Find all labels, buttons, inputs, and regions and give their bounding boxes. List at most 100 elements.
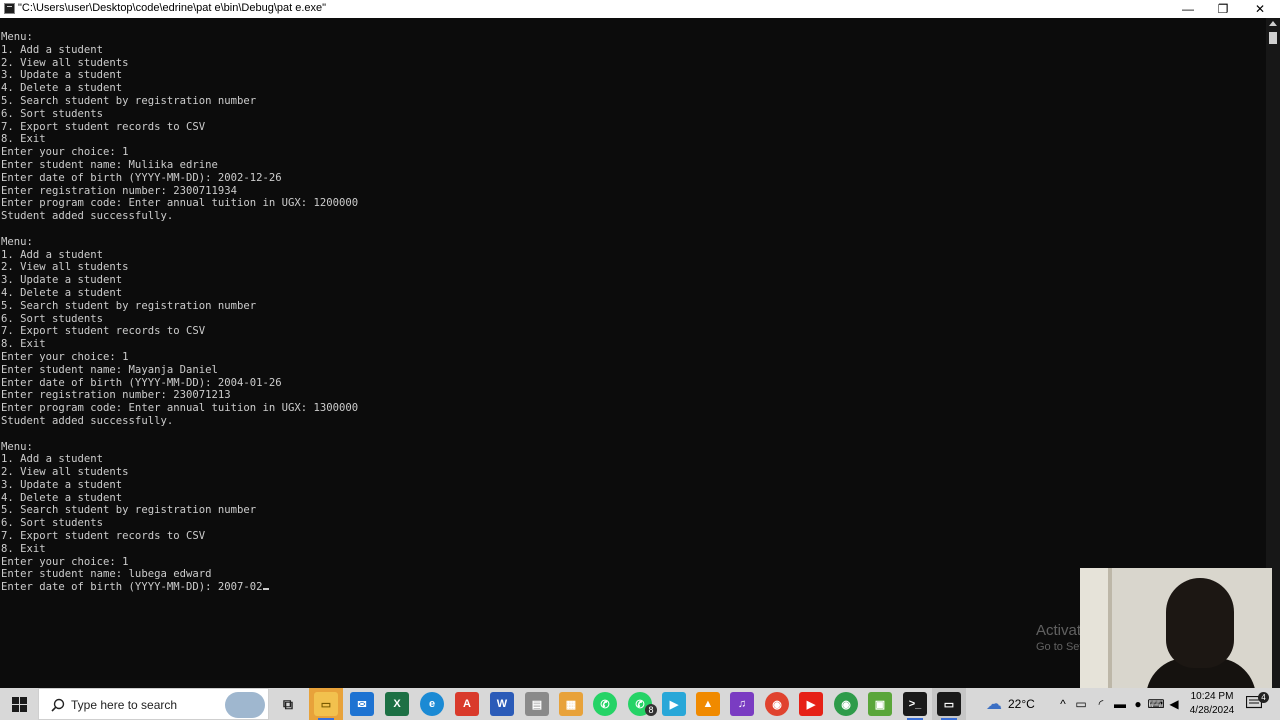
taskbar: Type here to search ⧉ ▭ ✉ X e A W ▤ ▦ ✆ … [0, 688, 1280, 720]
taskbar-search-box[interactable]: Type here to search [38, 688, 269, 720]
console-line: Enter student name: Muliika edrine [1, 158, 218, 171]
console-line: 6. Sort students [1, 312, 104, 325]
console-line: 2. View all students [1, 261, 129, 274]
console-line: Menu: [1, 440, 33, 453]
minimize-button[interactable]: — [1170, 0, 1206, 18]
console-line: Enter registration number: 2300711934 [1, 184, 237, 197]
system-clock[interactable]: 10:24 PM 4/28/2024 [1188, 690, 1236, 718]
console-line: 8. Exit [1, 338, 46, 351]
mail-icon[interactable]: ✉ [350, 692, 374, 716]
console-line: 1. Add a student [1, 43, 104, 56]
files-icon[interactable]: ▤ [525, 692, 549, 716]
vlc-icon[interactable]: ▲ [696, 692, 720, 716]
weather-temperature: 22°C [1008, 697, 1035, 711]
console-input-text: Enter date of birth (YYYY-MM-DD): 2007-0… [1, 581, 263, 594]
close-button[interactable]: ✕ [1242, 0, 1278, 18]
console-app-icon [4, 3, 15, 14]
console-line: 7. Export student records to CSV [1, 325, 206, 338]
whatsapp-badge: 8 [645, 704, 657, 716]
console-line: 3. Update a student [1, 274, 123, 287]
console-line: 8. Exit [1, 133, 46, 146]
console-line: 1. Add a student [1, 453, 104, 466]
language-icon[interactable]: ⌨ [1147, 697, 1165, 711]
console-line: 1. Add a student [1, 248, 104, 261]
console-line: 2. View all students [1, 466, 129, 479]
edge-icon[interactable]: e [420, 692, 444, 716]
whatsapp-icon[interactable]: ✆ [593, 692, 617, 716]
console-line: 4. Delete a student [1, 286, 123, 299]
cloud-icon: ☁ [986, 696, 1002, 713]
window-title: "C:\Users\user\Desktop\code\edrine\pat e… [18, 2, 327, 14]
wifi-icon[interactable]: ◜ [1091, 697, 1111, 711]
console-input-line: Enter date of birth (YYYY-MM-DD): 2007-0… [1, 581, 358, 594]
battery-icon[interactable]: ▬ [1111, 697, 1129, 711]
webcam-overlay [1080, 568, 1272, 688]
webcam-background [1080, 568, 1110, 688]
console-line: 5. Search student by registration number [1, 94, 257, 107]
console-window-icon[interactable]: ▭ [937, 692, 961, 720]
console-line: Enter date of birth (YYYY-MM-DD): 2004-0… [1, 376, 282, 389]
terminal-icon[interactable]: >_ [903, 692, 927, 720]
console-line: Menu: [1, 235, 33, 248]
console-line: Enter date of birth (YYYY-MM-DD): 2002-1… [1, 171, 282, 184]
console-line: 4. Delete a student [1, 82, 123, 95]
console-line: Enter student name: Mayanja Daniel [1, 363, 218, 376]
console-line: 5. Search student by registration number [1, 299, 257, 312]
excel-icon[interactable]: X [385, 692, 409, 716]
console-output[interactable]: Menu: 1. Add a student 2. View all student… [0, 18, 1266, 688]
start-button[interactable] [0, 688, 38, 720]
console-line: 6. Sort students [1, 107, 104, 120]
search-icon [51, 698, 65, 712]
console-line: Enter your choice: 1 [1, 146, 129, 159]
console-line: Menu: [1, 31, 33, 43]
microphone-icon[interactable]: ● [1129, 697, 1147, 711]
console-line: 5. Search student by registration number [1, 504, 257, 517]
audio-icon[interactable]: ♫ [730, 692, 754, 716]
chrome-icon[interactable]: ◉ [765, 692, 789, 716]
search-placeholder: Type here to search [71, 698, 178, 712]
task-view-icon[interactable]: ⧉ [276, 692, 300, 716]
console-line: Enter student name: lubega edward [1, 568, 212, 581]
play-icon[interactable]: ▶ [662, 692, 686, 716]
console-line: Student added successfully. [1, 210, 174, 223]
console-text: Menu: 1. Add a student 2. View all student… [1, 31, 358, 594]
console-line: 6. Sort students [1, 517, 104, 530]
acrobat-icon[interactable]: A [455, 692, 479, 716]
webcam-background-edge [1108, 568, 1112, 688]
volume-icon[interactable]: ◀ [1165, 697, 1183, 711]
console-line: Student added successfully. [1, 414, 174, 427]
scroll-thumb[interactable] [1269, 32, 1277, 44]
console-line: Enter program code: Enter annual tuition… [1, 402, 359, 415]
chevron-up-icon[interactable]: ^ [1055, 697, 1071, 711]
scroll-up-arrow-icon[interactable] [1269, 21, 1277, 26]
chrome-profile-icon[interactable]: ◉ [834, 692, 858, 716]
store-icon[interactable]: ▦ [559, 692, 583, 716]
console-line: 7. Export student records to CSV [1, 530, 206, 543]
folder-icon[interactable]: ▭ [314, 692, 338, 720]
search-highlight-icon [225, 692, 265, 718]
windows-logo-icon [11, 696, 27, 712]
minecraft-icon[interactable]: ▣ [868, 692, 892, 716]
youtube-icon[interactable]: ▶ [799, 692, 823, 716]
weather-widget[interactable]: ☁ 22°C [986, 688, 1035, 720]
title-bar: "C:\Users\user\Desktop\code\edrine\pat e… [0, 0, 1280, 18]
maximize-button[interactable]: ❐ [1205, 0, 1241, 18]
console-line: 3. Update a student [1, 69, 123, 82]
webcam-person-head [1166, 578, 1234, 668]
system-tray: ^ ▭ ◜ ▬ ● ⌨ ◀ [1055, 688, 1183, 720]
notification-badge: 4 [1258, 692, 1269, 703]
console-line: 8. Exit [1, 542, 46, 555]
console-line: 2. View all students [1, 56, 129, 69]
console-line: 7. Export student records to CSV [1, 120, 206, 133]
meet-now-icon[interactable]: ▭ [1071, 697, 1091, 711]
clock-date: 4/28/2024 [1189, 705, 1235, 716]
text-cursor [262, 588, 269, 591]
clock-time: 10:24 PM [1190, 691, 1234, 702]
console-line: Enter your choice: 1 [1, 350, 129, 363]
console-line: Enter your choice: 1 [1, 555, 129, 568]
word-icon[interactable]: W [490, 692, 514, 716]
console-line: Enter registration number: 230071213 [1, 389, 231, 402]
console-line: Enter program code: Enter annual tuition… [1, 197, 359, 210]
